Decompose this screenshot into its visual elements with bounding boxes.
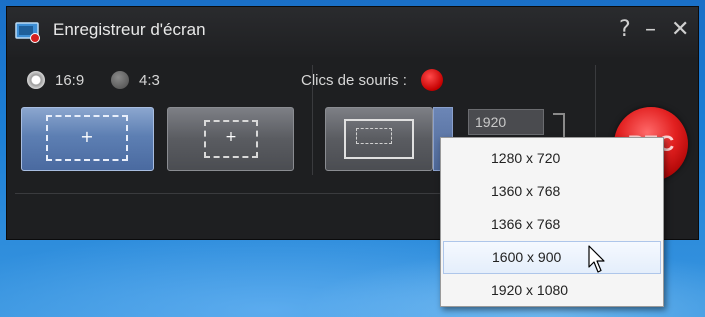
mouse-clicks-setting: Clics de souris : (301, 69, 443, 91)
window-mode-button[interactable] (325, 107, 433, 171)
window-inner-frame (356, 128, 392, 144)
radio-unselected-icon[interactable] (111, 71, 129, 89)
mouse-click-color-toggle[interactable] (420, 69, 443, 91)
resolution-option[interactable]: 1280 x 720 (441, 142, 663, 175)
plus-icon: + (80, 127, 94, 146)
aspect-radio-4-3[interactable]: 4:3 (111, 69, 160, 91)
resolution-option[interactable]: 1920 x 1080 (441, 274, 663, 307)
plus-icon: + (225, 129, 237, 145)
resolution-option[interactable]: 1360 x 768 (441, 175, 663, 208)
fullscreen-mode-button[interactable]: + (21, 107, 154, 171)
divider (312, 65, 313, 175)
radio-selected-icon[interactable] (27, 71, 45, 89)
window-title: Enregistreur d'écran (53, 20, 206, 39)
close-icon[interactable]: ✕ (671, 17, 689, 42)
help-icon[interactable]: ? (619, 17, 631, 42)
fullscreen-capture-icon: + (46, 115, 128, 161)
aspect-label-4-3: 4:3 (139, 71, 160, 89)
region-capture-icon: + (204, 120, 258, 158)
aspect-radio-16-9[interactable]: 16:9 (27, 69, 84, 91)
resolution-option-hovered[interactable]: 1600 x 900 (443, 241, 661, 274)
mouse-pointer-icon (588, 245, 605, 273)
minimize-icon[interactable]: – (645, 17, 656, 42)
mouse-clicks-label: Clics de souris : (301, 71, 407, 89)
app-recorder-icon (15, 22, 40, 43)
resolution-menu: 1280 x 720 1360 x 768 1366 x 768 1600 x … (440, 137, 664, 307)
width-input[interactable]: 1920 (468, 109, 544, 135)
title-bar: Enregistreur d'écran ? – ✕ (7, 7, 698, 57)
region-mode-button[interactable]: + (167, 107, 294, 171)
aspect-label-16-9: 16:9 (55, 71, 85, 89)
resolution-option[interactable]: 1366 x 768 (441, 208, 663, 241)
